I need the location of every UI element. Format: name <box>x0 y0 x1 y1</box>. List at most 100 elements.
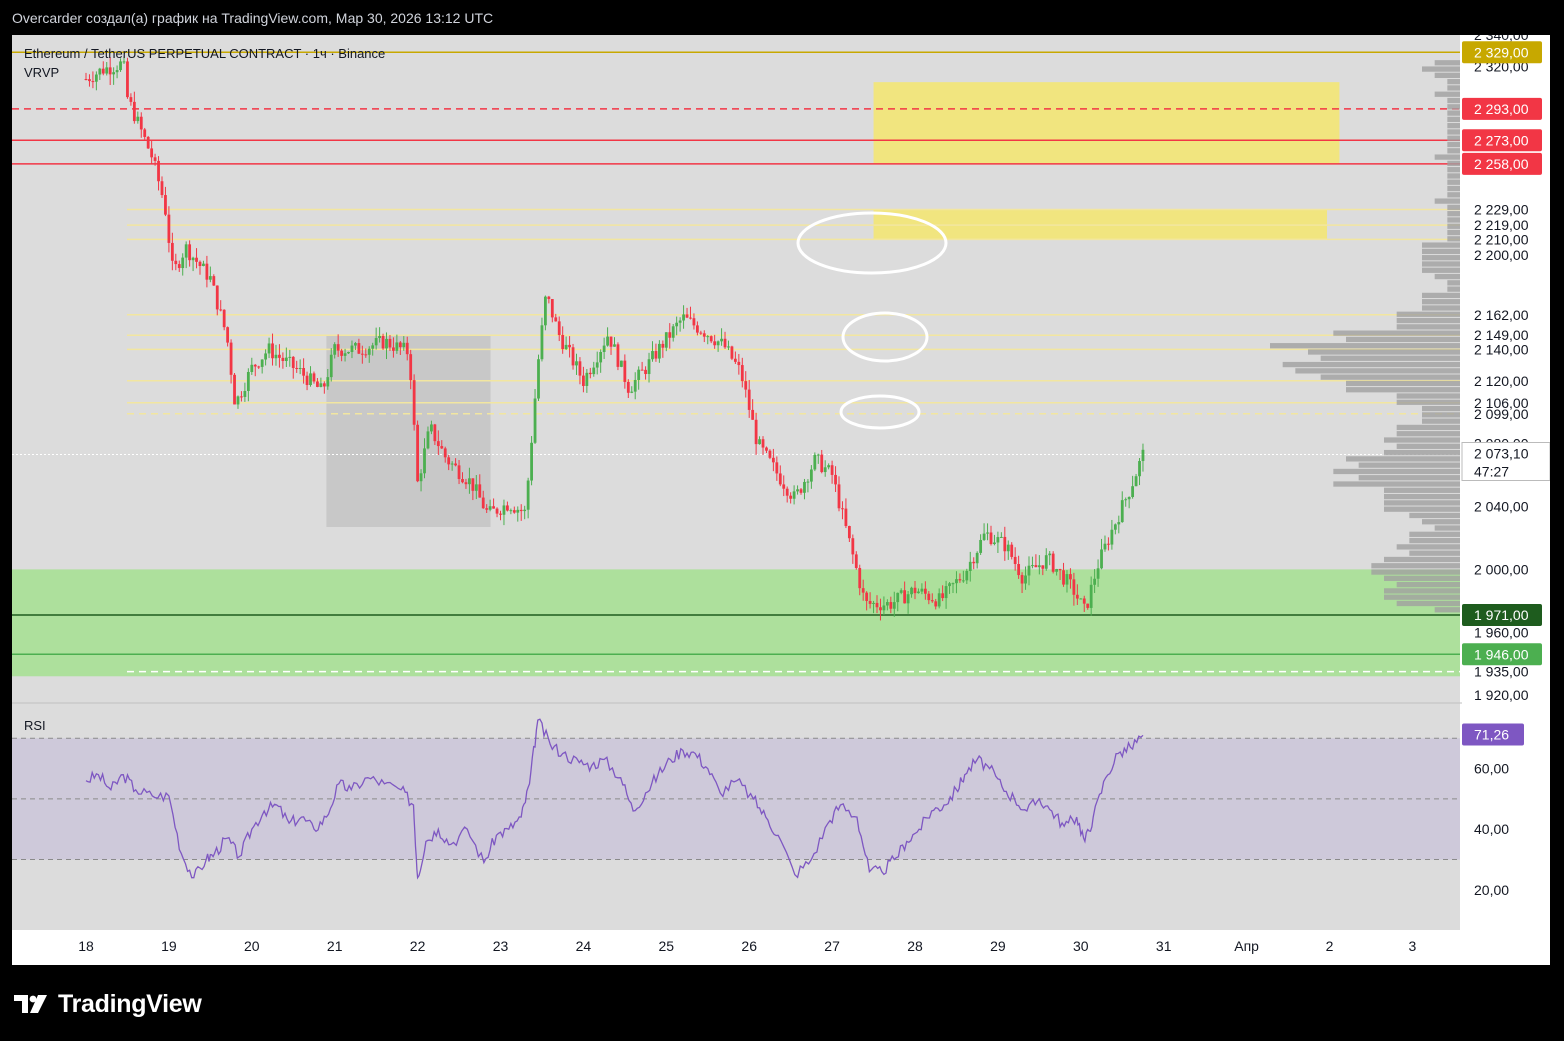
volume-profile-bar <box>1396 311 1460 317</box>
candle-body <box>758 439 761 445</box>
price-tick-label: 1 935,00 <box>1474 664 1529 680</box>
candle-body <box>461 479 464 483</box>
candle-body <box>899 590 903 593</box>
candle-body <box>619 360 623 367</box>
price-badge-label: 2 273,00 <box>1474 132 1529 148</box>
candle-body <box>606 336 609 346</box>
candle-body <box>419 473 423 482</box>
candle-body <box>661 343 665 348</box>
candle-body <box>101 68 105 74</box>
candle-body <box>1075 594 1079 599</box>
candle-body <box>336 344 340 351</box>
volume-profile-bar <box>1396 431 1460 437</box>
candle-body <box>540 325 544 360</box>
volume-profile-bar <box>1320 355 1460 361</box>
volume-profile-bar <box>1346 336 1460 343</box>
volume-profile-bar <box>1422 299 1460 305</box>
volume-profile-bar <box>1447 280 1460 286</box>
candle-body <box>226 327 230 343</box>
volume-profile-bar <box>1358 475 1460 481</box>
candle-body <box>198 261 202 267</box>
candle-body <box>944 586 948 599</box>
candle-body <box>316 381 319 387</box>
candle-body <box>457 465 461 480</box>
candle-body <box>816 454 820 456</box>
candle-body <box>343 353 347 356</box>
candle-body <box>668 332 672 338</box>
candle-body <box>806 481 810 483</box>
volume-profile-bar <box>1422 292 1460 299</box>
candle-body <box>174 260 178 265</box>
candle-body <box>488 506 492 510</box>
volume-profile-bar <box>1447 110 1460 116</box>
time-tick-label: 22 <box>410 938 426 954</box>
candle-body <box>309 373 312 386</box>
volume-profile-bar <box>1422 412 1460 418</box>
volume-profile-bar <box>1396 544 1460 550</box>
volume-profile-bar <box>1422 66 1460 72</box>
candle-body <box>568 344 571 348</box>
candle-body <box>378 336 382 339</box>
volume-profile-bar <box>1333 481 1460 487</box>
candle-body <box>88 79 91 82</box>
candle-body <box>1131 486 1135 498</box>
candle-body <box>1138 461 1141 477</box>
volume-profile-bar <box>1422 261 1460 267</box>
candle-body <box>913 587 917 594</box>
candle-body <box>426 431 430 449</box>
candle-body <box>544 296 547 326</box>
range-box <box>326 335 491 527</box>
candle-body <box>986 532 989 534</box>
volume-profile-bar <box>1282 361 1460 368</box>
candle-body <box>284 357 288 361</box>
candle-body <box>523 509 527 512</box>
candle-body <box>416 424 419 482</box>
candle-body <box>979 539 983 553</box>
candle-body <box>644 369 647 375</box>
candle-body <box>879 607 882 611</box>
tradingview-logo[interactable]: TradingView <box>14 988 202 1020</box>
candle-body <box>1120 500 1124 523</box>
candle-body <box>298 368 302 370</box>
candle-body <box>778 473 782 485</box>
candle-body <box>153 157 157 161</box>
candle-body <box>561 334 565 350</box>
candle-body <box>295 367 299 369</box>
candle-body <box>996 537 1000 543</box>
volume-profile-bar <box>1358 462 1460 468</box>
candle-body <box>443 448 447 458</box>
candle-body <box>699 332 703 334</box>
countdown-label: 47:27 <box>1474 464 1509 480</box>
zone-2 <box>12 569 1460 677</box>
candle-body <box>1117 522 1121 525</box>
volume-profile-bar <box>1422 242 1460 248</box>
candle-body <box>799 489 803 493</box>
price-tick-label: 2 140,00 <box>1474 341 1529 357</box>
candle-body <box>1100 549 1103 569</box>
candle-body <box>385 338 388 349</box>
volume-profile-bar <box>1447 160 1460 167</box>
candle-body <box>395 342 399 351</box>
volume-profile-bar <box>1422 418 1460 424</box>
candle-body <box>571 347 575 366</box>
chart-canvas[interactable]: 2 340,002 320,002 229,002 219,002 210,00… <box>12 35 1550 965</box>
candle-body <box>122 61 126 63</box>
candle-body <box>640 369 644 371</box>
volume-profile-bar <box>1320 374 1460 380</box>
volume-profile-bar <box>1409 531 1460 537</box>
time-tick-label: 18 <box>78 938 94 954</box>
volume-profile-bar <box>1384 487 1460 493</box>
candle-body <box>854 554 858 568</box>
candle-body <box>623 360 627 382</box>
volume-profile-bar <box>1384 500 1460 506</box>
candle-body <box>1113 524 1117 530</box>
price-badge-label: 2 293,00 <box>1474 101 1529 117</box>
candle-body <box>364 354 368 356</box>
volume-profile-bar <box>1384 493 1460 500</box>
candle-body <box>447 457 451 465</box>
candle-body <box>737 361 741 366</box>
candle-body <box>1124 499 1128 501</box>
tradingview-logo-icon <box>14 995 47 1013</box>
volume-profile-bar <box>1434 607 1460 613</box>
time-tick-label: 2 <box>1326 938 1334 954</box>
